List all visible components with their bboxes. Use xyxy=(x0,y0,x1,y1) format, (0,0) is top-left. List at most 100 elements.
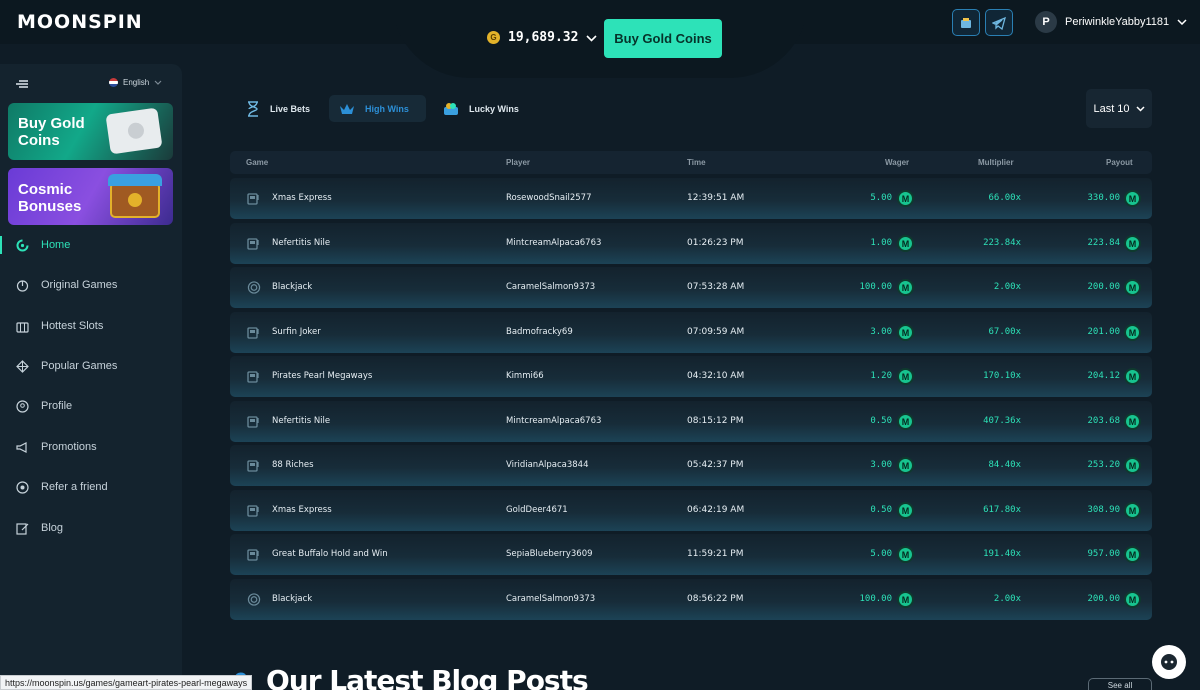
home-icon xyxy=(16,239,29,251)
game-name[interactable]: Xmas Express xyxy=(272,193,332,203)
table-row[interactable]: Nefertitis Nile MintcreamAlpaca6763 08:15:… xyxy=(230,401,1152,442)
sidebar-item-home[interactable]: Home xyxy=(0,230,182,260)
table-row[interactable]: Blackjack CaramelSalmon9373 07:53:28 AM 100… xyxy=(230,267,1152,308)
hourglass-icon xyxy=(248,100,258,117)
wager-amount: 100.00 xyxy=(859,282,892,292)
win-time: 11:59:21 PM xyxy=(687,549,744,559)
moon-coin-icon: M xyxy=(897,502,914,519)
game-name[interactable]: Nefertitis Nile xyxy=(272,238,330,248)
moon-coin-icon: M xyxy=(1124,368,1141,385)
table-row[interactable]: Surfin Joker Badmofracky69 07:09:59 AM 3.00… xyxy=(230,312,1152,353)
promo-cosmic-bonuses[interactable]: Cosmic Bonuses xyxy=(8,168,173,225)
refer-icon xyxy=(16,480,29,494)
tab-lucky-wins[interactable]: Lucky Wins xyxy=(433,95,529,122)
wager-amount: 100.00 xyxy=(859,594,892,604)
sidebar-item-original-games[interactable]: Original Games xyxy=(0,270,182,300)
buy-gold-coins-button[interactable]: Buy Gold Coins xyxy=(604,19,722,58)
moon-coin-icon: M xyxy=(1124,279,1141,296)
wager-amount: 0.50 xyxy=(870,505,892,515)
table-row[interactable]: 88 Riches ViridianAlpaca3844 05:42:37 PM 3.… xyxy=(230,445,1152,486)
sidebar-item-refer[interactable]: Refer a friend xyxy=(0,472,182,502)
treasure-chest-image xyxy=(108,174,162,218)
table-row[interactable]: Nefertitis Nile MintcreamAlpaca6763 01:26:… xyxy=(230,223,1152,264)
profile-icon xyxy=(16,399,29,413)
moon-coin-icon: M xyxy=(897,190,914,207)
slot-machine-icon xyxy=(247,193,259,205)
select-value: Last 10 xyxy=(1093,102,1130,115)
us-flag-icon xyxy=(109,78,118,87)
multiplier-value: 66.00x xyxy=(988,193,1021,203)
slot-machine-icon xyxy=(247,460,259,472)
sidebar-item-label: Original Games xyxy=(41,279,118,291)
game-name[interactable]: 88 Riches xyxy=(272,460,314,470)
multiplier-value: 407.36x xyxy=(983,416,1021,426)
chevron-down-icon xyxy=(1177,19,1187,25)
table-row[interactable]: Xmas Express RosewoodSnail2577 12:39:51 AM… xyxy=(230,178,1152,219)
balance-selector[interactable]: G 19,689.32 xyxy=(487,30,598,45)
game-name[interactable]: Pirates Pearl Megaways xyxy=(272,371,372,381)
sidebar-item-label: Home xyxy=(41,239,71,251)
game-name[interactable]: Great Buffalo Hold and Win xyxy=(272,549,388,559)
status-bar-url: https://moonspin.us/games/gameart-pirate… xyxy=(0,675,253,690)
blog-icon xyxy=(16,522,29,535)
sidebar-item-popular-games[interactable]: Popular Games xyxy=(0,351,182,381)
table-row[interactable]: Pirates Pearl Megaways Kimmi66 04:32:10 AM… xyxy=(230,356,1152,397)
player-name: SepiaBlueberry3609 xyxy=(506,549,593,559)
player-name: CaramelSalmon9373 xyxy=(506,282,596,292)
sidebar-item-promotions[interactable]: Promotions xyxy=(0,432,182,462)
game-name[interactable]: Blackjack xyxy=(272,282,312,292)
blog-section-title: Our Latest Blog Posts xyxy=(266,664,589,690)
sidebar-item-label: Promotions xyxy=(41,441,97,453)
sidebar-item-blog[interactable]: Blog xyxy=(0,513,182,543)
column-header-wager: Wager xyxy=(885,158,910,167)
clover-icon xyxy=(444,102,458,115)
slot-machine-icon xyxy=(247,416,259,428)
moon-coin-icon: M xyxy=(1124,190,1141,207)
win-time: 05:42:37 PM xyxy=(687,460,744,470)
payout-amount: 308.90 xyxy=(1087,505,1120,515)
see-all-button[interactable]: See all xyxy=(1088,678,1152,690)
logo[interactable]: MOONSPIN xyxy=(17,11,143,33)
chevron-down-icon xyxy=(154,80,162,85)
promo-buy-gold-coins[interactable]: Buy Gold Coins xyxy=(8,103,173,160)
sidebar-item-hottest-slots[interactable]: Hottest Slots xyxy=(0,311,182,341)
column-header-game: Game xyxy=(246,158,269,167)
game-name[interactable]: Surfin Joker xyxy=(272,327,321,337)
multiplier-value: 2.00x xyxy=(993,594,1021,604)
gift-shop-button[interactable] xyxy=(952,9,980,36)
sidebar-item-profile[interactable]: Profile xyxy=(0,391,182,421)
tab-live-bets[interactable]: Live Bets xyxy=(236,95,320,122)
column-header-payout: Payout xyxy=(1106,158,1133,167)
last-count-select[interactable]: Last 10 xyxy=(1086,89,1152,128)
user-menu[interactable]: P PeriwinkleYabby1181 xyxy=(1035,11,1187,33)
game-name[interactable]: Nefertitis Nile xyxy=(272,416,330,426)
tab-label: Lucky Wins xyxy=(469,103,519,114)
popular-games-icon xyxy=(16,359,29,373)
player-name: Kimmi66 xyxy=(506,371,544,381)
telegram-icon xyxy=(992,16,1006,30)
tab-high-wins[interactable]: High Wins xyxy=(329,95,426,122)
win-time: 07:09:59 AM xyxy=(687,327,745,337)
table-row[interactable]: Great Buffalo Hold and Win SepiaBlueberry… xyxy=(230,534,1152,575)
page: MOONSPIN G 19,689.32 Buy Gold Coins P Pe… xyxy=(0,0,1200,690)
coin-card-image xyxy=(105,107,163,155)
table-header: Game Player Time Wager Multiplier Payout xyxy=(230,151,1152,174)
chat-support-button[interactable] xyxy=(1152,645,1186,679)
game-name[interactable]: Xmas Express xyxy=(272,505,332,515)
multiplier-value: 67.00x xyxy=(988,327,1021,337)
language-selector[interactable]: English xyxy=(109,78,162,87)
promo-cosmic-label: Cosmic Bonuses xyxy=(18,181,82,215)
slot-machine-icon xyxy=(247,505,259,517)
game-name[interactable]: Blackjack xyxy=(272,594,312,604)
payout-amount: 957.00 xyxy=(1087,549,1120,559)
table-row[interactable]: Xmas Express GoldDeer4671 06:42:19 AM 0.50 M… xyxy=(230,490,1152,531)
collapse-menu-icon[interactable] xyxy=(16,79,28,89)
wager-amount: 5.00 xyxy=(870,549,892,559)
crown-icon xyxy=(340,103,354,114)
telegram-button[interactable] xyxy=(985,9,1013,36)
wager-amount: 3.00 xyxy=(870,327,892,337)
slot-machine-icon xyxy=(247,371,259,383)
moon-coin-icon: M xyxy=(897,324,914,341)
table-row[interactable]: Blackjack CaramelSalmon9373 08:56:22 PM 100… xyxy=(230,579,1152,620)
tab-label: High Wins xyxy=(365,103,409,114)
